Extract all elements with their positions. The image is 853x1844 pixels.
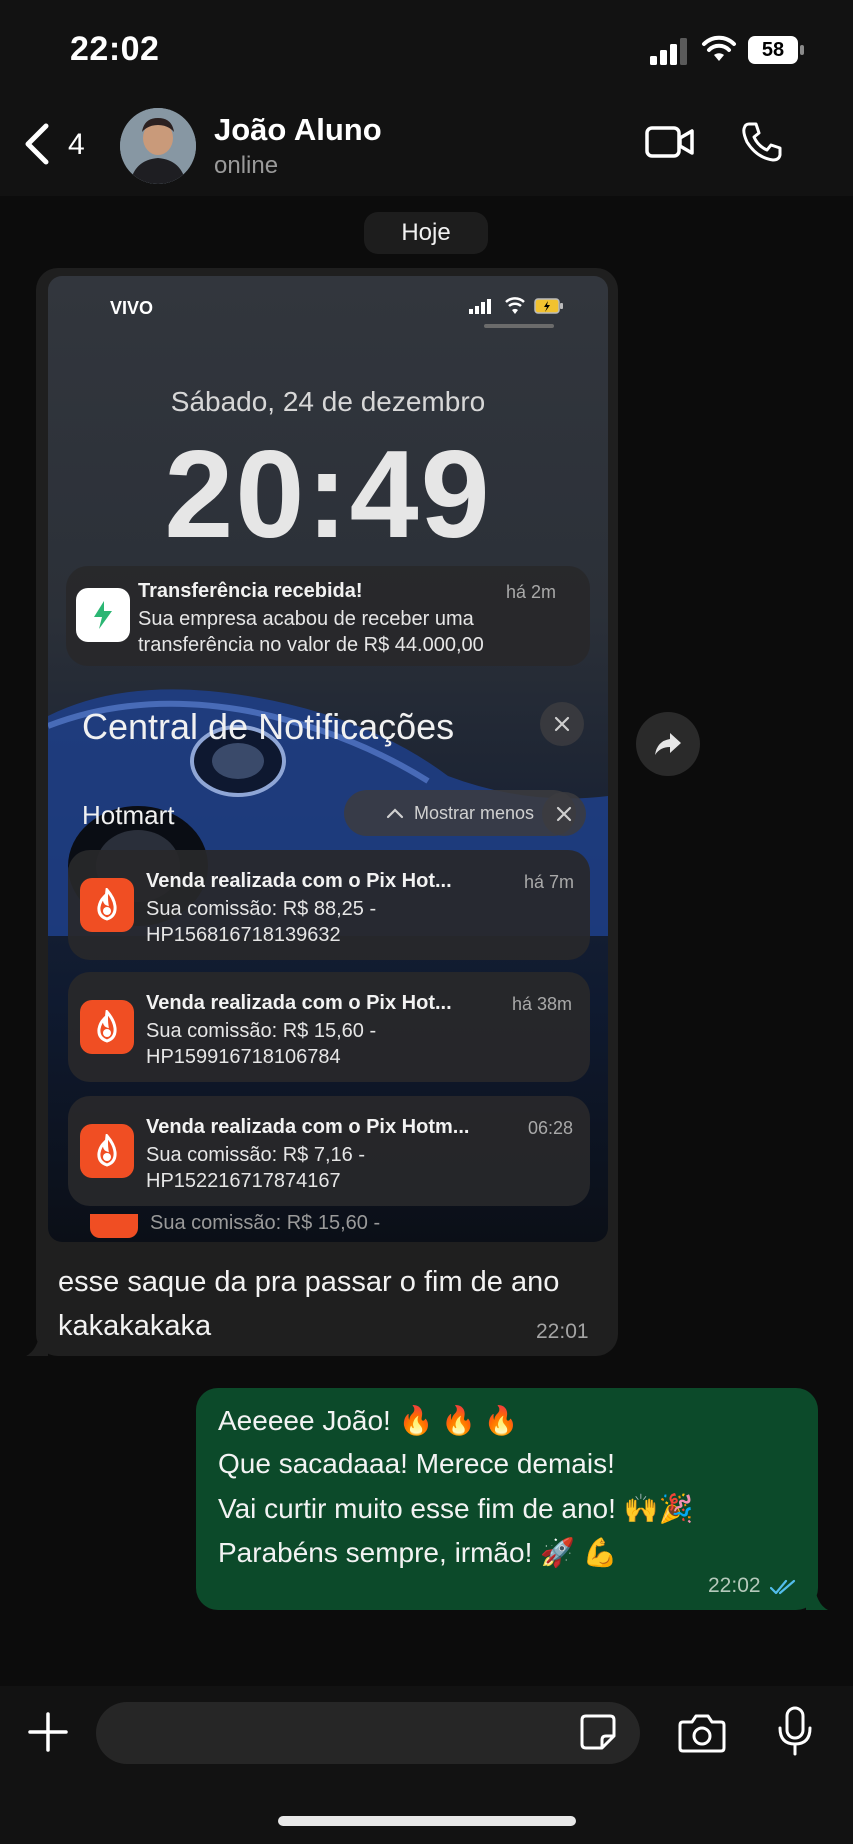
forward-button[interactable] — [636, 712, 700, 776]
screenshot-carrier: VIVO — [110, 298, 154, 318]
lockscreen-clock: 20:49 — [164, 426, 492, 564]
notification-time: há 7m — [524, 872, 575, 892]
notification-body-line1: Sua comissão: R$ 15,60 - — [146, 1020, 377, 1042]
transfer-title: Transferência recebida! — [138, 580, 363, 602]
screenshot-battery-icon — [534, 298, 563, 314]
notification-group-label: Hotmart — [82, 800, 175, 830]
screenshot-notch-bar — [484, 324, 554, 328]
avatar-person-icon — [120, 108, 196, 184]
outgoing-text-line: Parabéns sempre, irmão! 🚀 💪 — [218, 1537, 618, 1568]
peek-text: Sua comissão: R$ 15,60 - — [150, 1212, 381, 1234]
back-chevron-icon[interactable] — [22, 122, 52, 166]
wifi-icon — [702, 35, 736, 61]
close-icon — [554, 716, 570, 732]
notification-body-line2: HP156816718139632 — [146, 924, 341, 946]
unread-count[interactable]: 4 — [68, 128, 85, 162]
battery-level: 58 — [761, 38, 785, 61]
contact-name[interactable]: João Aluno — [214, 112, 382, 148]
phone-call-icon[interactable] — [740, 120, 784, 164]
status-time: 22:02 — [70, 30, 160, 68]
video-call-icon[interactable] — [644, 122, 696, 162]
lockscreen-date: Sábado, 24 de dezembro — [170, 386, 486, 417]
cellular-signal-icon — [650, 38, 687, 65]
camera-icon[interactable] — [678, 1712, 726, 1754]
avatar[interactable] — [120, 108, 196, 184]
close-icon — [556, 806, 572, 822]
outgoing-text-line: Que sacadaaa! Merece demais! — [218, 1448, 615, 1479]
microphone-icon[interactable] — [776, 1706, 814, 1756]
transfer-app-icon — [76, 588, 130, 642]
plus-icon[interactable] — [26, 1710, 70, 1754]
incoming-text-line: kakakakaka — [58, 1310, 212, 1342]
notification-center-title: Central de Notificações — [82, 706, 455, 747]
forward-arrow-icon — [655, 733, 681, 755]
stacked-notification-peek: Sua comissão: R$ 15,60 - — [88, 1212, 568, 1242]
notification-title: Venda realizada com o Pix Hot... — [146, 870, 452, 892]
date-separator: Hoje — [364, 212, 488, 254]
close-group-button — [542, 792, 586, 836]
notification-body-line1: Sua comissão: R$ 88,25 - — [146, 898, 377, 920]
incoming-message-time: 22:01 — [536, 1320, 589, 1343]
transfer-body-line1: Sua empresa acabou de receber uma — [138, 608, 474, 630]
battery-icon: 58 — [748, 36, 806, 64]
hotmart-flame-icon — [80, 1000, 134, 1054]
bubble-tail — [26, 1330, 48, 1356]
hotmart-notification: Venda realizada com o Pix Hotm... 06:28 … — [68, 1096, 590, 1206]
outgoing-text-line: Vai curtir muito esse fim de ano! 🙌🎉 — [218, 1493, 694, 1524]
hotmart-notification: Venda realizada com o Pix Hot... há 38m … — [68, 972, 590, 1082]
read-receipt-icon — [770, 1579, 796, 1595]
transfer-body-line2: transferência no valor de R$ 44.000,00 — [138, 634, 484, 656]
incoming-message-text: esse saque da pra passar o fim de ano ka… — [58, 1260, 598, 1348]
notification-title: Venda realizada com o Pix Hot... — [146, 992, 452, 1014]
hotmart-flame-icon — [80, 878, 134, 932]
screenshot-signal-icon — [469, 299, 491, 314]
transfer-notification: Transferência recebida! há 2m Sua empres… — [66, 566, 590, 666]
incoming-text-line: esse saque da pra passar o fim de ano — [58, 1266, 560, 1298]
transfer-time: há 2m — [506, 582, 557, 602]
chevron-up-icon — [386, 808, 404, 819]
sticker-icon[interactable] — [578, 1712, 618, 1752]
hotmart-flame-icon — [80, 1124, 134, 1178]
outgoing-text-line: Aeeeee João! 🔥 🔥 🔥 — [218, 1405, 519, 1436]
shared-screenshot-image[interactable]: VIVO Sábado, 24 de dezembro 20:49 Transf… — [48, 276, 608, 1242]
notification-body-line2: HP159916718106784 — [146, 1046, 341, 1068]
screenshot-wifi-icon — [505, 297, 525, 314]
message-input[interactable] — [96, 1702, 640, 1764]
notification-body-line1: Sua comissão: R$ 7,16 - — [146, 1144, 365, 1166]
bubble-tail — [806, 1582, 828, 1610]
notification-time: há 38m — [512, 994, 573, 1014]
notification-title: Venda realizada com o Pix Hotm... — [146, 1116, 470, 1138]
notification-time: 06:28 — [528, 1118, 574, 1138]
hotmart-notification: Venda realizada com o Pix Hot... há 7m S… — [68, 850, 590, 960]
home-indicator — [278, 1816, 576, 1826]
outgoing-message-time: 22:02 — [708, 1574, 761, 1597]
hotmart-flame-icon — [90, 1214, 138, 1238]
contact-status: online — [214, 152, 279, 179]
show-less-label: Mostrar menos — [413, 802, 535, 823]
clear-notifications-button — [540, 702, 584, 746]
notification-body-line2: HP152216717874167 — [146, 1170, 341, 1192]
